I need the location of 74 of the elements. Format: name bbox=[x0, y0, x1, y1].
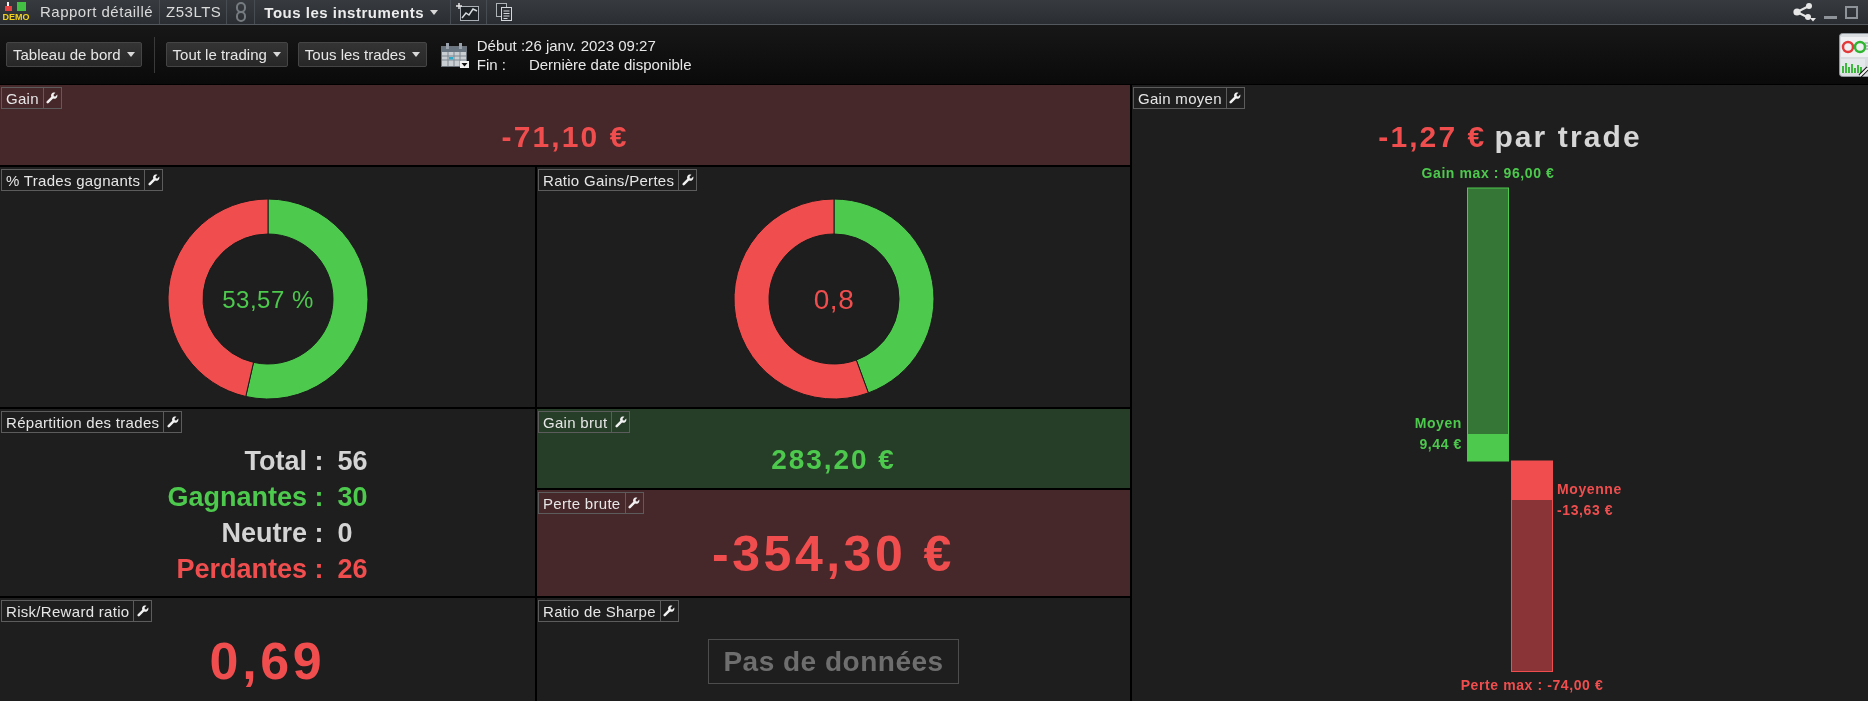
wrench-icon bbox=[166, 416, 179, 428]
average-loss-bar bbox=[1511, 461, 1553, 500]
settings-button[interactable] bbox=[625, 492, 644, 514]
chart-add-icon[interactable] bbox=[456, 3, 480, 21]
wrench-icon bbox=[1229, 92, 1242, 104]
settings-button[interactable] bbox=[612, 411, 631, 433]
bar-label: Moyenne bbox=[1557, 481, 1622, 497]
distribution-value: 30 bbox=[337, 480, 368, 514]
gauge-value: 0,8 bbox=[813, 283, 854, 315]
distribution-label: Perdantes : bbox=[176, 552, 324, 586]
average-unit: par trade bbox=[1494, 120, 1642, 154]
gauge-value: 53,57 % bbox=[221, 285, 314, 313]
bar-label: Perte max : -74,00 € bbox=[1460, 676, 1604, 693]
distribution-label: Total : bbox=[244, 444, 324, 478]
filter-dropdown[interactable]: Tous les trades bbox=[297, 42, 427, 67]
bar-label: -13,63 € bbox=[1557, 502, 1614, 518]
document-icon[interactable] bbox=[495, 2, 514, 22]
panel-value: -71,10 € bbox=[501, 119, 629, 155]
maximize-icon[interactable] bbox=[1845, 5, 1858, 19]
bar-label: 9,44 € bbox=[1419, 436, 1462, 452]
calendar-icon[interactable] bbox=[439, 41, 469, 68]
panel-value: 0,69 bbox=[209, 631, 326, 692]
panel-title: Gain moyen bbox=[1133, 87, 1227, 109]
settings-button[interactable] bbox=[43, 87, 62, 109]
settings-button[interactable] bbox=[679, 169, 698, 191]
wrench-icon bbox=[147, 174, 160, 186]
bar-label: Moyen bbox=[1414, 415, 1462, 431]
distribution-value: 26 bbox=[337, 552, 368, 586]
distribution-label: Neutre : bbox=[221, 516, 324, 550]
dashboard-icon[interactable] bbox=[1838, 32, 1868, 77]
average-gain-bar bbox=[1467, 434, 1509, 461]
settings-button[interactable] bbox=[145, 169, 164, 191]
panel-title: Gain bbox=[1, 87, 44, 109]
wrench-icon bbox=[614, 416, 627, 428]
panel-title: Gain brut bbox=[538, 411, 613, 433]
caret-icon bbox=[430, 9, 439, 15]
period-end-label: Fin : bbox=[476, 54, 506, 74]
distribution-value: 56 bbox=[337, 444, 368, 478]
caret-icon bbox=[126, 52, 135, 57]
panel-value: -354,30 € bbox=[712, 526, 955, 584]
report-title: Rapport détaillé bbox=[40, 3, 154, 21]
wrench-icon bbox=[46, 92, 59, 104]
caret-icon bbox=[411, 52, 420, 57]
panel-title: Ratio Gains/Pertes bbox=[538, 169, 680, 191]
demo-label: DEMO bbox=[2, 13, 30, 22]
panel-title: % Trades gagnants bbox=[1, 169, 146, 191]
settings-button[interactable] bbox=[164, 411, 183, 433]
panel-title: Risk/Reward ratio bbox=[1, 600, 135, 622]
filter-dropdown[interactable]: Tout le trading bbox=[165, 42, 288, 67]
settings-button[interactable] bbox=[134, 600, 153, 622]
account-label: Z53LTS bbox=[166, 3, 222, 21]
distribution-label: Gagnantes : bbox=[167, 480, 324, 514]
average-value: -1,27 € bbox=[1378, 120, 1487, 154]
panel-title: Ratio de Sharpe bbox=[538, 600, 661, 622]
settings-button[interactable] bbox=[660, 600, 679, 622]
bar-chart-icon bbox=[5, 2, 27, 11]
distribution-value: 0 bbox=[337, 516, 353, 550]
wrench-icon bbox=[663, 605, 676, 617]
period-start-text: Début :26 janv. 2023 09:27 bbox=[476, 35, 656, 55]
period-end-value: Dernière date disponible bbox=[528, 54, 692, 74]
wrench-icon bbox=[628, 497, 640, 509]
chain-link-icon[interactable] bbox=[235, 2, 248, 22]
panel-value: 283,20 € bbox=[771, 444, 896, 477]
caret-icon bbox=[272, 52, 281, 57]
share-icon[interactable] bbox=[1792, 2, 1816, 22]
view-menu-button[interactable]: Tableau de bord bbox=[6, 42, 142, 67]
panel-title: Répartition des trades bbox=[1, 411, 165, 433]
settings-button[interactable] bbox=[1226, 87, 1245, 109]
bar-label: Gain max : 96,00 € bbox=[1421, 165, 1555, 181]
panel-title: Perte brute bbox=[538, 492, 626, 514]
wrench-icon bbox=[136, 605, 149, 617]
wrench-icon bbox=[681, 174, 694, 186]
no-data-notice: Pas de données bbox=[708, 639, 959, 684]
instrument-menu[interactable]: Tous les instruments bbox=[259, 0, 451, 24]
